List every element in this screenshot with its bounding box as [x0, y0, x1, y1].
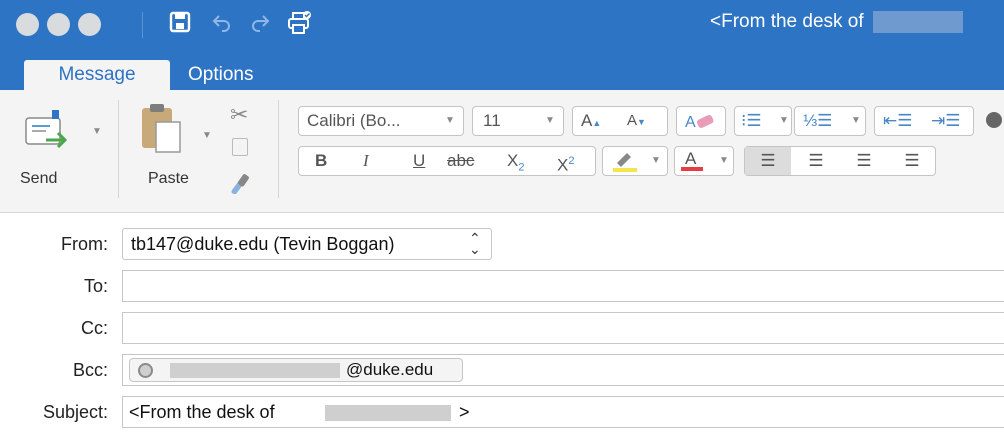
caret-up-icon: ▲ — [592, 118, 602, 128]
tab-options[interactable]: Options — [188, 60, 268, 90]
zoom-window-button[interactable] — [78, 13, 101, 36]
cc-label: Cc: — [81, 318, 108, 338]
grow-font-label: A — [581, 111, 593, 130]
alignment-group: ☰ ☰ ☰ ☰ — [744, 146, 936, 176]
ribbon: ▼ Send ▼ Paste ✂ Calibri (Bo... ▼ 11 ▼ A… — [0, 90, 1004, 213]
superscript-label: X — [557, 155, 569, 175]
redacted-name — [872, 11, 963, 33]
align-center-button[interactable]: ☰ — [793, 147, 839, 175]
font-size-value: 11 — [483, 111, 501, 130]
window-title: <From the desk of — [710, 11, 963, 33]
svg-text:A: A — [685, 114, 696, 131]
eraser-icon: A — [685, 111, 717, 140]
bullet-list-icon: ⁝☰ — [741, 111, 762, 130]
send-label: Send — [20, 170, 58, 187]
numbered-list-dropdown-icon: ▼ — [851, 115, 861, 126]
minimize-window-button[interactable] — [47, 13, 70, 36]
redo-icon[interactable] — [248, 10, 272, 40]
redacted-name — [325, 405, 451, 421]
from-label: From: — [61, 234, 108, 254]
recipient-chip-domain: @duke.edu — [346, 360, 434, 379]
indent-group: ⇤☰ ⇥☰ — [874, 106, 974, 136]
font-name-select[interactable]: Calibri (Bo... ▼ — [298, 106, 464, 136]
subject-suffix: > — [459, 402, 470, 422]
copy-icon[interactable] — [232, 138, 248, 156]
decrease-indent-button[interactable]: ⇤☰ — [883, 107, 912, 135]
bcc-field[interactable]: @duke.edu — [122, 354, 1004, 386]
bold-button[interactable]: B — [315, 147, 327, 175]
shrink-font-button[interactable]: A▼ — [627, 107, 646, 136]
subscript-button[interactable]: X2 — [507, 147, 524, 181]
subject-label: Subject: — [42, 402, 108, 422]
font-color-dropdown-icon: ▼ — [719, 155, 729, 166]
align-left-button[interactable]: ☰ — [745, 147, 791, 175]
to-label: To: — [83, 276, 108, 296]
font-name-value: Calibri (Bo... — [307, 111, 401, 130]
tab-message-label: Message — [58, 64, 136, 85]
cc-field[interactable] — [122, 312, 1004, 344]
grow-font-button[interactable]: A▲ — [581, 107, 601, 137]
bullet-list-dropdown-icon: ▼ — [779, 115, 789, 126]
paste-button[interactable]: ▼ Paste — [134, 102, 214, 198]
font-size-dropdown-icon: ▼ — [545, 115, 555, 126]
subject-prefix: <From the desk of — [129, 402, 275, 422]
caret-down-icon: ▼ — [637, 117, 646, 127]
bullet-list-button[interactable]: ⁝☰ ▼ — [734, 106, 792, 136]
clipboard-icon — [142, 104, 181, 153]
to-field[interactable] — [122, 270, 1004, 302]
highlighter-icon — [611, 149, 639, 182]
font-size-select[interactable]: 11 ▼ — [472, 106, 564, 136]
undo-icon[interactable] — [210, 10, 234, 40]
paste-dropdown-icon[interactable]: ▼ — [202, 130, 212, 141]
more-icon[interactable] — [986, 112, 1002, 128]
align-right-button[interactable]: ☰ — [841, 147, 887, 175]
from-value: tb147@duke.edu (Tevin Boggan) — [131, 234, 395, 254]
printer-icon[interactable] — [286, 10, 312, 42]
format-painter-icon[interactable] — [228, 170, 254, 201]
superscript-mark: 2 — [568, 155, 575, 167]
send-icon — [25, 110, 68, 149]
text-style-group: B I U abc X2 X2 — [298, 146, 596, 176]
font-color-bar — [681, 167, 703, 171]
ribbon-separator — [118, 100, 119, 198]
tab-options-label: Options — [188, 64, 254, 85]
updown-chevron-icon: ⌃ ⌄ — [469, 230, 481, 257]
window-title-text: <From the desk of — [710, 11, 864, 33]
from-select[interactable]: tb147@duke.edu (Tevin Boggan) ⌃ ⌄ — [122, 228, 492, 260]
redacted-name — [170, 363, 340, 378]
highlight-dropdown-icon: ▼ — [651, 155, 661, 166]
contact-status-icon — [138, 363, 153, 378]
cut-icon[interactable]: ✂ — [230, 102, 248, 128]
bcc-label: Bcc: — [72, 360, 108, 380]
strikethrough-button[interactable]: abc — [447, 147, 474, 175]
titlebar-divider — [142, 12, 143, 38]
ribbon-tabs: Message Options — [0, 54, 1004, 90]
recipient-chip[interactable]: @duke.edu — [129, 358, 463, 382]
font-color-button[interactable]: A ▼ — [674, 146, 734, 176]
clear-formatting-button[interactable]: A — [676, 106, 726, 136]
subscript-mark: 2 — [518, 161, 525, 174]
tab-message[interactable]: Message — [24, 60, 170, 90]
font-size-group: A▲ A▼ — [572, 106, 668, 136]
shrink-font-label: A — [627, 112, 638, 129]
numbered-list-button[interactable]: ⅓☰ ▼ — [794, 106, 866, 136]
underline-button[interactable]: U — [413, 147, 425, 175]
numbered-list-icon: ⅓☰ — [803, 111, 833, 130]
ribbon-separator — [278, 100, 279, 198]
save-icon[interactable] — [168, 10, 192, 40]
close-window-button[interactable] — [16, 13, 39, 36]
superscript-button[interactable]: X2 — [557, 147, 574, 180]
subscript-label: X — [507, 151, 519, 170]
send-dropdown-icon[interactable]: ▼ — [92, 126, 102, 137]
highlight-button[interactable]: ▼ — [602, 146, 668, 176]
font-name-dropdown-icon: ▼ — [445, 115, 455, 126]
subject-field[interactable]: <From the desk of > — [122, 396, 1004, 428]
paste-label: Paste — [148, 170, 189, 187]
justify-button[interactable]: ☰ — [889, 147, 935, 175]
increase-indent-button[interactable]: ⇥☰ — [931, 107, 960, 135]
title-bar: <From the desk of — [0, 0, 1004, 54]
italic-button[interactable]: I — [363, 147, 369, 175]
send-button[interactable]: ▼ Send — [20, 106, 102, 198]
